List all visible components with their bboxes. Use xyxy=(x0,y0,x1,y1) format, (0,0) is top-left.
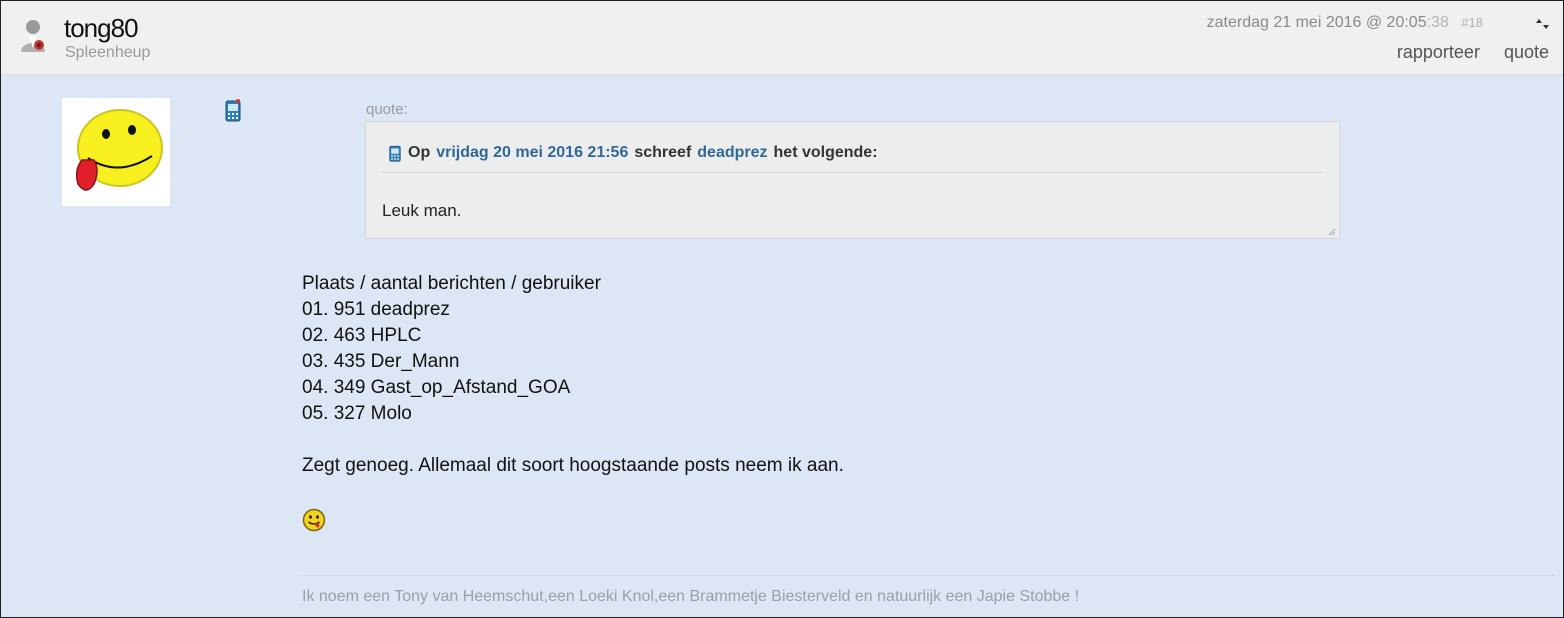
resize-grip-icon[interactable] xyxy=(1328,228,1336,236)
quote-suffix: het volgende: xyxy=(773,144,878,161)
username[interactable]: tong80 xyxy=(64,13,139,44)
post-date-main: zaterdag 21 mei 2016 @ 20:05 xyxy=(1206,14,1427,31)
post-date: zaterdag 21 mei 2016 @ 20:05:38 #18 xyxy=(1207,14,1483,32)
ranking-header: Plaats / aantal berichten / gebruiker xyxy=(302,273,601,294)
avatar xyxy=(62,98,170,206)
closing-remark: Zegt genoeg. Allemaal dit soort hoogstaa… xyxy=(302,455,844,476)
post-phone-icon xyxy=(225,99,241,122)
quote-phone-icon xyxy=(389,145,401,162)
forum-post: tong80 Spleenheup zaterdag 21 mei 2016 @… xyxy=(0,0,1564,618)
quote-divider xyxy=(382,172,1323,173)
user-offline-icon xyxy=(21,20,45,52)
post-number[interactable]: #18 xyxy=(1461,15,1483,30)
post-header: tong80 Spleenheup zaterdag 21 mei 2016 @… xyxy=(1,1,1563,75)
ranking-line: 02. 463 HPLC xyxy=(302,325,422,346)
quote-block: Op vrijdag 20 mei 2016 21:56 schreef dea… xyxy=(365,121,1340,239)
quote-header: Op vrijdag 20 mei 2016 21:56 schreef dea… xyxy=(388,144,878,162)
signature-divider xyxy=(302,575,1555,576)
quote-button[interactable]: quote xyxy=(1504,42,1549,63)
user-title: Spleenheup xyxy=(65,44,151,61)
quote-text: Leuk man. xyxy=(382,201,462,220)
post-body: Plaats / aantal berichten / gebruiker 01… xyxy=(302,271,844,479)
quote-verb: schreef xyxy=(634,144,692,161)
quote-label: quote: xyxy=(366,101,408,118)
ranking-line: 05. 327 Molo xyxy=(302,403,412,424)
report-button[interactable]: rapporteer xyxy=(1397,42,1480,63)
tongue-smiley-icon xyxy=(302,508,326,532)
sort-arrows-icon[interactable] xyxy=(1535,17,1549,31)
ranking-line: 04. 349 Gast_op_Afstand_GOA xyxy=(302,377,571,398)
post-actions: rapporteer quote xyxy=(1397,42,1549,63)
signature: Ik noem een Tony van Heemschut,een Loeki… xyxy=(302,588,1080,605)
ranking-line: 01. 951 deadprez xyxy=(302,299,450,320)
quote-date-link[interactable]: vrijdag 20 mei 2016 21:56 xyxy=(436,144,628,162)
ranking-line: 03. 435 Der_Mann xyxy=(302,351,460,372)
quote-author-link[interactable]: deadprez xyxy=(697,144,767,162)
quote-prefix: Op xyxy=(408,144,431,161)
post-date-seconds: :38 xyxy=(1426,14,1449,31)
